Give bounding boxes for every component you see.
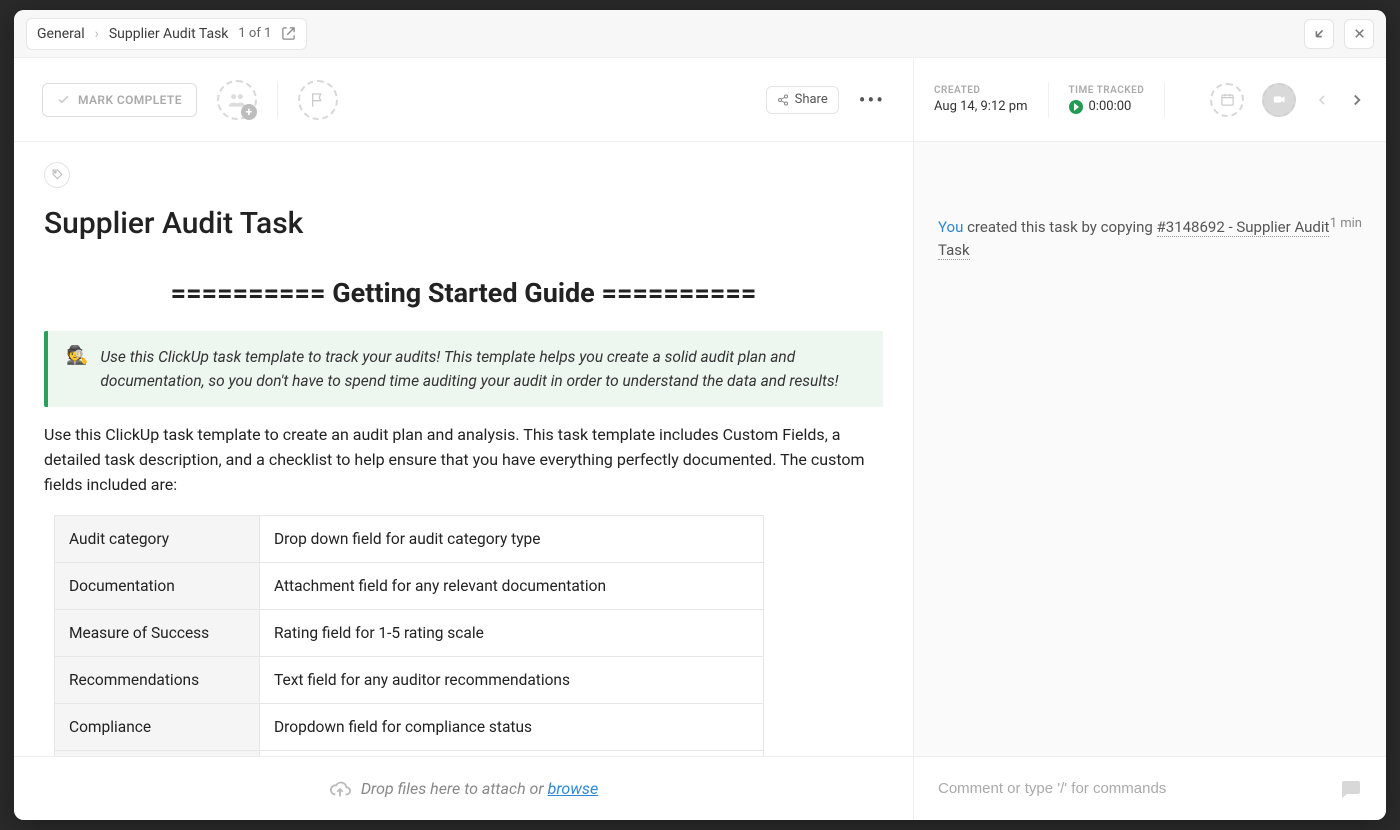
assignee-add-button[interactable]: + [217,80,257,120]
table-row: ComplianceDropdown field for compliance … [55,704,764,751]
due-date-button[interactable] [1210,83,1244,117]
body-paragraph: Use this ClickUp task template to create… [44,423,883,497]
comment-input[interactable] [938,780,1326,797]
field-desc: Drop down field for audit category type [260,516,764,563]
breadcrumb-parent[interactable]: General [37,26,85,42]
field-desc: Text field for any auditor recommendatio… [260,657,764,704]
field-name: Compliance [55,704,260,751]
table-row: Measure of SuccessRating field for 1-5 r… [55,610,764,657]
breadcrumb-bar: General › Supplier Audit Task 1 of 1 [14,10,1386,58]
cloud-upload-icon [329,778,351,800]
next-button[interactable] [1348,91,1366,109]
chevron-right-icon: › [95,26,99,42]
field-desc: Dropdown field for compliance status [260,704,764,751]
created-meta: CREATED Aug 14, 9:12 pm [934,85,1028,114]
table-row: SiteLocation field for address informati… [55,751,764,756]
breadcrumb-current[interactable]: Supplier Audit Task [109,26,229,42]
mark-complete-button[interactable]: MARK COMPLETE [42,83,197,117]
comment-bar [914,756,1386,820]
share-label: Share [795,92,828,107]
close-button[interactable] [1344,19,1374,49]
dropzone-text: Drop files here to attach or [361,779,548,798]
field-desc: Location field for address information [260,751,764,756]
field-name: Measure of Success [55,610,260,657]
prev-button[interactable] [1314,92,1330,108]
minimize-button[interactable] [1304,19,1334,49]
time-tracked-meta: TIME TRACKED 0:00:00 [1069,85,1145,114]
video-button[interactable] [1262,83,1296,117]
right-header: CREATED Aug 14, 9:12 pm TIME TRACKED 0:0… [914,58,1386,142]
callout-text: Use this ClickUp task template to track … [100,345,865,393]
task-title[interactable]: Supplier Audit Task [44,206,883,241]
table-row: Audit categoryDrop down field for audit … [55,516,764,563]
activity-actor[interactable]: You [938,218,963,236]
left-pane: MARK COMPLETE + Share ••• [14,58,914,820]
right-pane: CREATED Aug 14, 9:12 pm TIME TRACKED 0:0… [914,58,1386,820]
time-tracked-label: TIME TRACKED [1069,85,1145,96]
detective-icon: 🕵️ [66,345,88,393]
activity-feed: You created this task by copying #314869… [914,142,1386,756]
share-button[interactable]: Share [766,86,839,114]
play-icon[interactable] [1069,100,1083,114]
task-content[interactable]: Supplier Audit Task ========== Getting S… [14,142,913,756]
field-name: Site [55,751,260,756]
field-name: Documentation [55,563,260,610]
plus-icon: + [241,104,257,120]
field-name: Audit category [55,516,260,563]
field-desc: Rating field for 1-5 rating scale [260,610,764,657]
breadcrumb-count: 1 of 1 [238,26,271,41]
created-value: Aug 14, 9:12 pm [934,99,1028,114]
task-modal: General › Supplier Audit Task 1 of 1 MA [14,10,1386,820]
table-row: RecommendationsText field for any audito… [55,657,764,704]
field-name: Recommendations [55,657,260,704]
activity-time: 1 min [1330,216,1362,231]
callout-box: 🕵️ Use this ClickUp task template to tra… [44,331,883,407]
divider [1048,82,1049,118]
created-label: CREATED [934,85,1028,96]
activity-text: created this task by copying [963,218,1156,236]
divider [277,82,278,118]
activity-entry: You created this task by copying #314869… [938,216,1362,261]
attachment-dropzone[interactable]: Drop files here to attach or browse [14,756,913,820]
task-toolbar: MARK COMPLETE + Share ••• [14,58,913,142]
open-external-icon[interactable] [281,26,296,41]
chat-icon[interactable] [1338,777,1362,801]
main-split: MARK COMPLETE + Share ••• [14,58,1386,820]
time-tracked-value: 0:00:00 [1089,99,1132,114]
breadcrumb[interactable]: General › Supplier Audit Task 1 of 1 [26,18,307,50]
browse-link[interactable]: browse [548,779,599,798]
mark-complete-label: MARK COMPLETE [78,93,182,107]
tag-button[interactable] [44,162,70,188]
more-menu-button[interactable]: ••• [859,88,885,112]
custom-fields-table: Audit categoryDrop down field for audit … [54,515,764,756]
table-row: DocumentationAttachment field for any re… [55,563,764,610]
divider [1164,82,1165,118]
field-desc: Attachment field for any relevant docume… [260,563,764,610]
priority-button[interactable] [298,80,338,120]
guide-heading: ========== Getting Started Guide =======… [44,277,883,309]
